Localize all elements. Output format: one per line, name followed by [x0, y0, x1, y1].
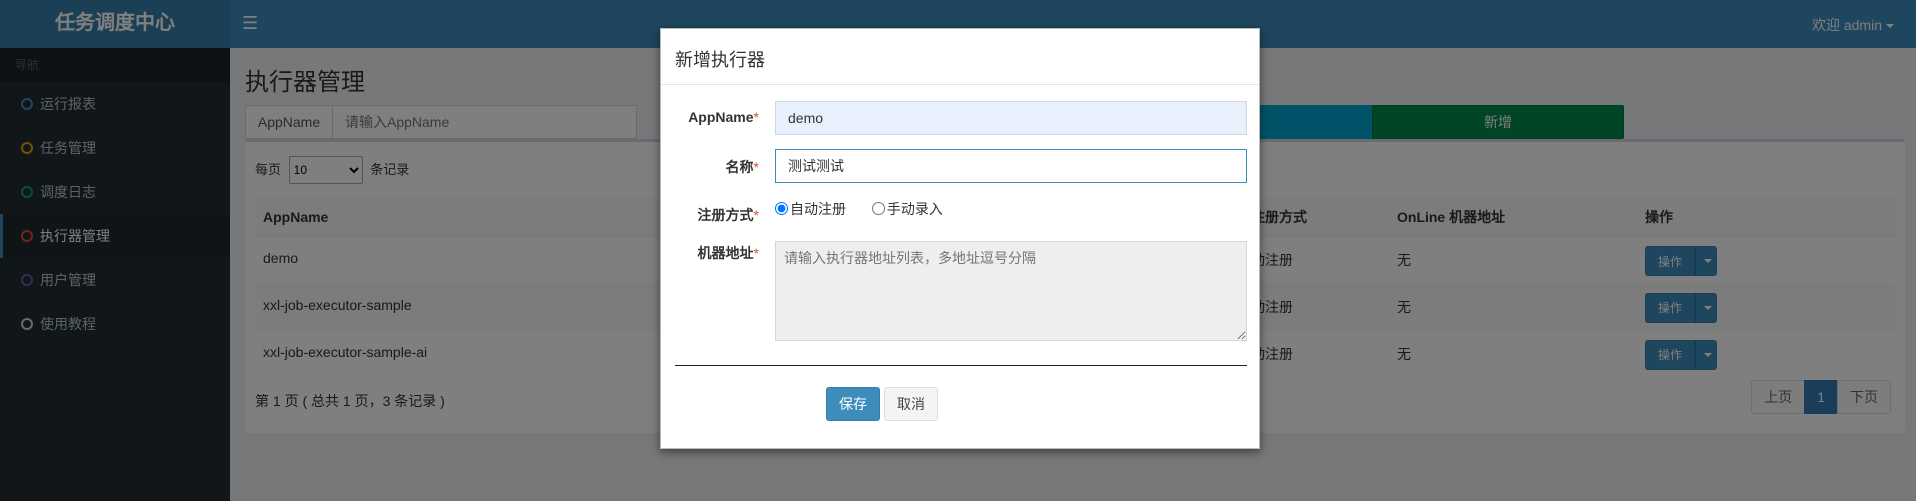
- appname-field[interactable]: [775, 101, 1247, 135]
- manual-register-option[interactable]: 手动录入: [871, 201, 943, 217]
- register-type-label: 注册方式*: [697, 207, 759, 223]
- register-type-radio-group: 自动注册 手动录入: [775, 199, 965, 219]
- register-type-row: 注册方式* 自动注册 手动录入: [675, 199, 1247, 229]
- name-field[interactable]: [775, 149, 1247, 183]
- name-row: 名称*: [675, 149, 1247, 183]
- manual-register-radio[interactable]: [871, 202, 885, 215]
- save-button[interactable]: 保存: [826, 387, 880, 421]
- auto-register-radio[interactable]: [775, 202, 788, 215]
- address-label: 机器地址*: [697, 245, 759, 261]
- address-row: 机器地址*: [675, 241, 1247, 341]
- required-mark: *: [753, 245, 759, 261]
- appname-label: AppName*: [688, 109, 759, 125]
- cancel-button[interactable]: 取消: [884, 387, 938, 421]
- required-mark: *: [753, 109, 759, 125]
- dialog-title: 新增执行器: [661, 29, 1259, 85]
- address-textarea[interactable]: [775, 241, 1247, 341]
- auto-register-option[interactable]: 自动注册: [775, 201, 846, 217]
- required-mark: *: [753, 207, 759, 223]
- required-mark: *: [753, 159, 759, 175]
- name-label: 名称*: [725, 159, 759, 175]
- form-divider: [675, 365, 1247, 366]
- add-executor-dialog: 新增执行器 AppName* 名称* 注册方式* 自动注册 手动录入 机器地址*…: [660, 28, 1260, 449]
- appname-row: AppName*: [675, 101, 1247, 135]
